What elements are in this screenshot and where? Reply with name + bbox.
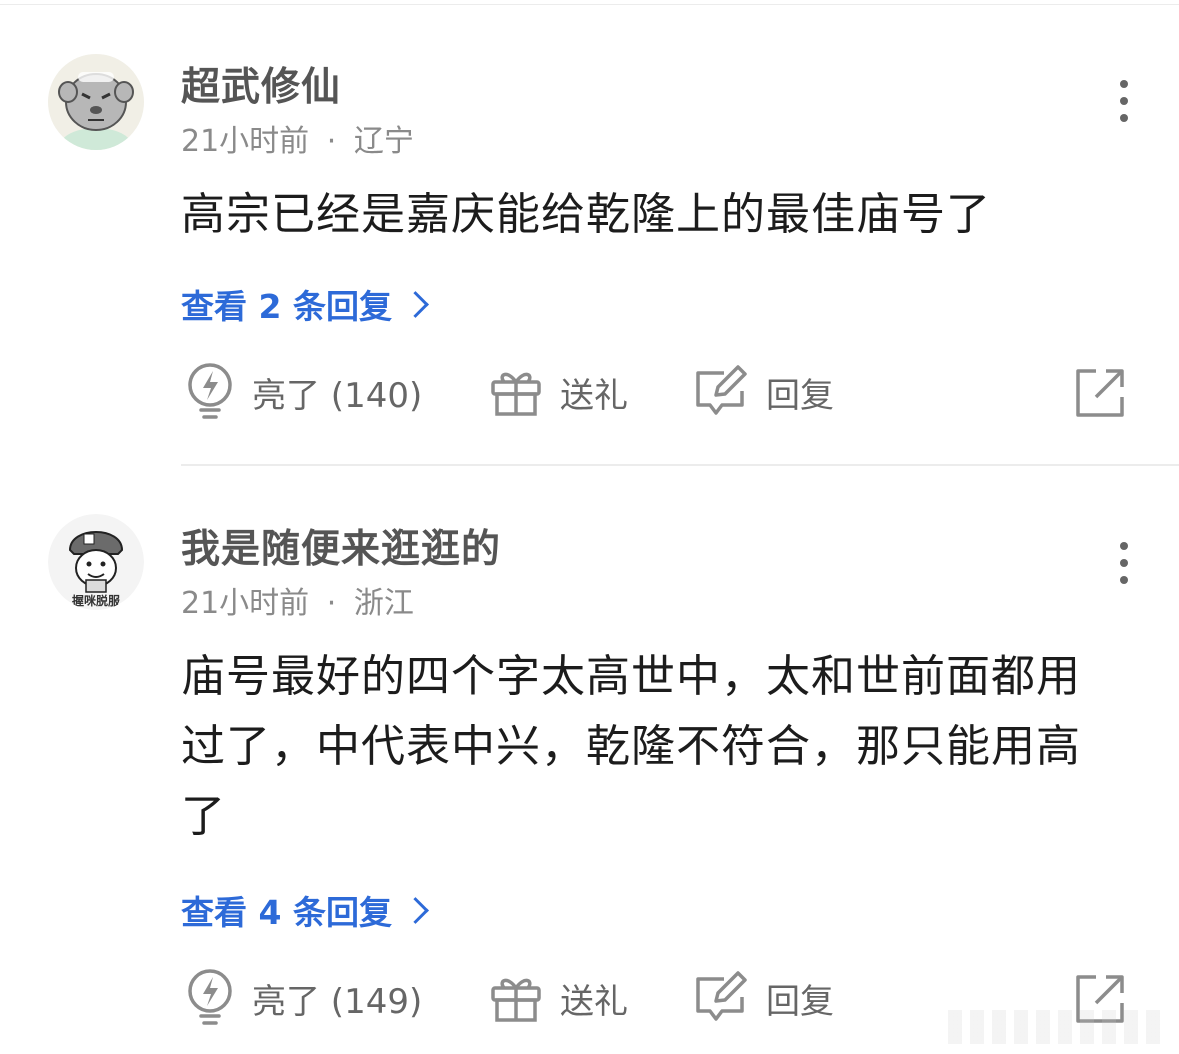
avatar-caption: 握咪脱服: [71, 594, 120, 608]
more-vertical-icon[interactable]: [1110, 540, 1140, 590]
gift-button[interactable]: 送礼: [490, 968, 628, 1028]
reply-button[interactable]: 回复: [694, 968, 834, 1028]
comment-location: 浙江: [353, 586, 414, 621]
meta-separator: ·: [326, 586, 337, 621]
reply-label: 回复: [766, 981, 834, 1022]
view-replies-label: 查看 4 条回复: [181, 893, 392, 932]
avatar[interactable]: 握咪脱服: [48, 514, 144, 610]
comment-time: 21小时前: [181, 586, 310, 621]
lightning-bulb-icon: [188, 969, 232, 1025]
comment-meta: 21小时前 · 浙江: [181, 578, 414, 622]
edit-reply-icon: [696, 971, 747, 1021]
gift-icon: [491, 978, 541, 1022]
gift-label: 送礼: [560, 981, 628, 1022]
comment-item: 握咪脱服 我是随便来逛逛的 21小时前 · 浙江 庙号最好的四个字太高世中，太和…: [0, 0, 1179, 1054]
watermark: [948, 1010, 1168, 1044]
comment-content: 庙号最好的四个字太高世中，太和世前面都用过了，中代表中兴，乾隆不符合，那只能用高…: [181, 651, 1081, 842]
like-count: 亮了 (149): [252, 981, 423, 1022]
like-button[interactable]: 亮了 (149): [186, 968, 422, 1028]
username[interactable]: 我是随便来逛逛的: [181, 518, 501, 574]
chevron-right-icon: [402, 896, 429, 924]
view-replies-link[interactable]: 查看 4 条回复: [181, 886, 429, 934]
